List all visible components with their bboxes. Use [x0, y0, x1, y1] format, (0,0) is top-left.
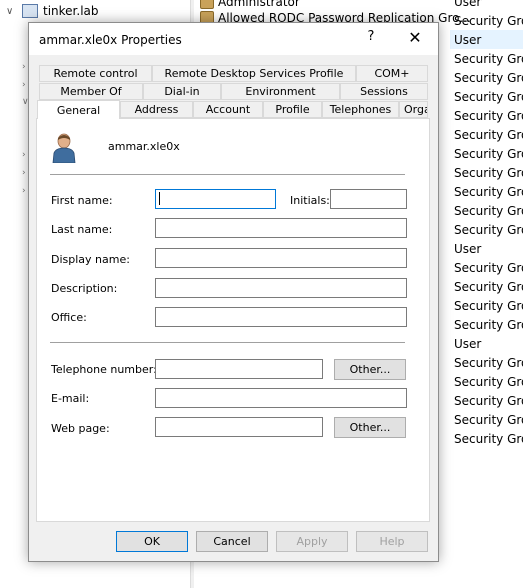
dialog-titlebar[interactable]: ammar.xle0x Properties ? ✕	[29, 23, 438, 55]
expand-arrow-icon[interactable]: ›	[22, 80, 26, 90]
list-item-type[interactable]: Security Grou	[450, 182, 523, 201]
list-item-type[interactable]: User	[450, 334, 523, 353]
list-item-type[interactable]: Security Grou	[450, 372, 523, 391]
telephone-field[interactable]	[155, 359, 323, 379]
last-name-field[interactable]	[155, 218, 407, 238]
first-name-field[interactable]	[155, 189, 276, 209]
list-item-type[interactable]: Security Grou	[450, 410, 523, 429]
tab-telephones[interactable]: Telephones	[322, 101, 399, 118]
ok-button[interactable]: OK	[116, 531, 188, 552]
initials-label: Initials:	[290, 194, 330, 207]
user-display-name: ammar.xle0x	[108, 140, 180, 153]
display-name-field[interactable]	[155, 248, 407, 268]
close-icon[interactable]: ✕	[401, 28, 429, 48]
properties-dialog: ammar.xle0x Properties ? ✕ Remote contro…	[28, 22, 439, 562]
office-field[interactable]	[155, 307, 407, 327]
tab-environment[interactable]: Environment	[221, 83, 340, 100]
list-item-type[interactable]: Security Grou	[450, 125, 523, 144]
office-label: Office:	[51, 311, 87, 324]
list-item-type[interactable]: Security Grou	[450, 296, 523, 315]
description-label: Description:	[51, 282, 118, 295]
initials-field[interactable]	[330, 189, 407, 209]
tab-remote-desktop-services-profile[interactable]: Remote Desktop Services Profile	[152, 65, 356, 82]
tab-organization[interactable]: Organization	[399, 101, 428, 118]
list-item-type[interactable]: Security Grou	[450, 315, 523, 334]
list-item-type[interactable]: Security Grou	[450, 87, 523, 106]
tab-general[interactable]: General	[37, 100, 120, 119]
expand-chevron-icon[interactable]: ∨	[6, 6, 16, 17]
first-name-label: First name:	[51, 194, 113, 207]
list-item-type[interactable]: Security Grou	[450, 144, 523, 163]
user-icon	[200, 0, 214, 9]
list-item-type[interactable]: Security Grou	[450, 68, 523, 87]
expand-arrow-icon[interactable]: ›	[22, 62, 26, 72]
tab-dial-in[interactable]: Dial-in	[143, 83, 221, 100]
web-page-other-button[interactable]: Other...	[334, 417, 406, 438]
expand-arrow-icon[interactable]: ›	[22, 186, 26, 196]
description-field[interactable]	[155, 278, 407, 298]
list-item-type[interactable]: Security Grou	[450, 163, 523, 182]
email-label: E-mail:	[51, 392, 90, 405]
list-item-type[interactable]: User	[450, 239, 523, 258]
type-column: UserSecurity GrouUserSecurity GrouSecuri…	[450, 0, 523, 588]
list-item-type[interactable]: Security Grou	[450, 49, 523, 68]
apply-button[interactable]: Apply	[276, 531, 348, 552]
domain-icon	[22, 4, 38, 18]
expand-arrow-icon[interactable]: ›	[22, 150, 26, 160]
list-item-type[interactable]: Security Grou	[450, 220, 523, 239]
list-item-type[interactable]: Security Grou	[450, 277, 523, 296]
tab-remote-control[interactable]: Remote control	[39, 65, 152, 82]
domain-label: tinker.lab	[43, 4, 99, 18]
list-item-type[interactable]: Security Grou	[450, 106, 523, 125]
user-avatar-icon	[52, 133, 76, 163]
tab-sessions[interactable]: Sessions	[340, 83, 428, 100]
help-button[interactable]: Help	[356, 531, 428, 552]
list-item-type[interactable]: Security Grou	[450, 391, 523, 410]
tab-address[interactable]: Address	[120, 101, 193, 118]
list-item-type[interactable]: Security Grou	[450, 258, 523, 277]
last-name-label: Last name:	[51, 223, 113, 236]
list-item-type[interactable]: Security Grou	[450, 353, 523, 372]
help-icon[interactable]: ?	[357, 29, 385, 49]
email-field[interactable]	[155, 388, 407, 408]
list-item-type[interactable]: Security Grou	[450, 201, 523, 220]
tab-com-plus[interactable]: COM+	[356, 65, 428, 82]
list-item-type[interactable]: User	[450, 30, 523, 49]
text-caret	[159, 192, 160, 205]
dialog-title: ammar.xle0x Properties	[39, 33, 182, 47]
telephone-other-button[interactable]: Other...	[334, 359, 406, 380]
list-item-type[interactable]: Security Grou	[450, 429, 523, 448]
list-item-type[interactable]: User	[450, 0, 523, 11]
cancel-button[interactable]: Cancel	[196, 531, 268, 552]
tab-profile[interactable]: Profile	[263, 101, 322, 118]
tab-account[interactable]: Account	[193, 101, 263, 118]
expand-arrow-icon[interactable]: ›	[22, 168, 26, 178]
web-page-field[interactable]	[155, 417, 323, 437]
display-name-label: Display name:	[51, 253, 130, 266]
telephone-label: Telephone number:	[51, 363, 157, 376]
tab-member-of[interactable]: Member Of	[39, 83, 143, 100]
tree-domain-node[interactable]: ∨ tinker.lab	[6, 3, 99, 19]
separator	[50, 342, 405, 344]
list-item-type[interactable]: Security Grou	[450, 11, 523, 30]
web-page-label: Web page:	[51, 422, 110, 435]
separator	[50, 174, 405, 176]
